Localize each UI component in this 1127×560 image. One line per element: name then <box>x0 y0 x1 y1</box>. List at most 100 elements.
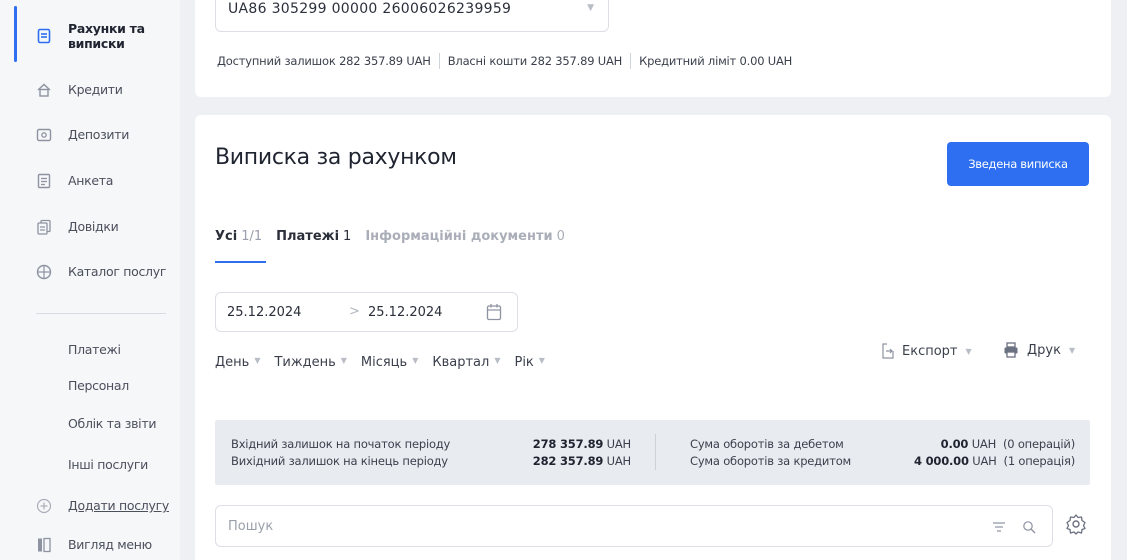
menu-view-toggle[interactable]: Вигляд меню <box>0 535 180 555</box>
sidebar-item-profile[interactable]: Анкета <box>0 171 180 191</box>
period-label: Квартал <box>432 355 490 370</box>
date-to[interactable]: 25.12.2024 <box>368 305 442 320</box>
caret-icon: ▼ <box>254 356 261 365</box>
caret-icon: ▼ <box>1068 345 1076 355</box>
available-currency: UAH <box>406 54 431 68</box>
chevron-down-icon: ▼ <box>587 3 594 13</box>
form-icon <box>36 173 52 189</box>
tab-payments[interactable]: Платежі 1 <box>276 229 351 244</box>
opening-amount: 278 357.89 <box>532 437 604 451</box>
credit-limit-value: 0.00 <box>739 54 765 68</box>
currency: UAH <box>971 437 997 451</box>
currency: UAH <box>606 437 632 451</box>
currency: UAH <box>972 454 997 468</box>
caret-icon: ▼ <box>538 356 545 365</box>
sidebar-sub-accounting[interactable]: Облік та звіти <box>68 416 156 431</box>
sidebar-item-deposits[interactable]: Депозити <box>0 125 180 145</box>
account-select[interactable]: UA86 305299 00000 26006026239959 ▼ <box>215 0 609 32</box>
tab-count: 1 <box>343 229 352 244</box>
document-icon <box>36 28 52 44</box>
opening-balance-value: 278 357.89 UAH <box>521 437 631 451</box>
available-value: 282 357.89 <box>339 54 403 68</box>
export-button[interactable]: Експорт ▼ <box>880 342 972 360</box>
add-service-label: Додати послугу <box>68 498 169 513</box>
tab-label: Платежі <box>276 229 340 244</box>
tab-all[interactable]: Усі 1/1 <box>215 229 262 244</box>
credit-turnover-label: Сума оборотів за кредитом <box>690 454 852 468</box>
period-month[interactable]: Місяць ▼ <box>361 355 418 370</box>
sidebar-sub-payments[interactable]: Платежі <box>68 342 121 357</box>
opening-balance-label: Вхідний залишок на початок періоду <box>231 437 451 451</box>
period-label: Тиждень <box>274 355 336 370</box>
period-week[interactable]: Тиждень ▼ <box>274 355 346 370</box>
filter-icon[interactable] <box>992 519 1006 533</box>
active-tab-indicator <box>215 261 266 263</box>
debit-turnover-label: Сума оборотів за дебетом <box>690 437 844 451</box>
currency: UAH <box>606 454 632 468</box>
sidebar-item-label: Кредити <box>68 82 123 97</box>
period-label: Місяць <box>360 355 408 370</box>
search-icon[interactable] <box>1022 519 1036 534</box>
menu-view-label: Вигляд меню <box>68 537 152 552</box>
settings-gear-icon[interactable] <box>1065 513 1087 535</box>
certificates-icon <box>36 219 52 235</box>
sidebar-item-credits[interactable]: Кредити <box>0 80 180 100</box>
available-label: Доступний залишок <box>217 54 336 68</box>
plus-circle-icon <box>36 498 52 514</box>
home-icon <box>36 82 52 98</box>
chevron-right-icon: > <box>349 304 360 319</box>
sidebar-sub-other[interactable]: Інші послуги <box>68 457 148 472</box>
tab-count: 1/1 <box>241 229 263 244</box>
period-label: День <box>215 355 250 370</box>
period-day[interactable]: День ▼ <box>215 355 260 370</box>
caret-icon: ▼ <box>494 356 501 365</box>
date-range-picker[interactable]: 25.12.2024 > 25.12.2024 <box>215 292 518 332</box>
summary-statement-button[interactable]: Зведена виписка <box>947 142 1089 186</box>
export-icon <box>880 342 896 360</box>
sidebar-item-catalog[interactable]: Каталог послуг <box>0 262 180 282</box>
own-funds-label: Власні кошти <box>447 54 527 68</box>
closing-amount: 282 357.89 <box>532 454 604 468</box>
menu-columns-icon <box>36 537 52 553</box>
print-label: Друк <box>1027 342 1061 358</box>
caret-icon: ▼ <box>965 346 972 356</box>
sidebar-divider <box>36 313 166 314</box>
credit-limit-currency: UAH <box>767 54 793 68</box>
credit-limit-label: Кредитний ліміт <box>639 54 737 68</box>
calendar-icon[interactable] <box>486 303 502 321</box>
statement-card: Виписка за рахунком Зведена виписка Усі 1… <box>195 115 1111 560</box>
tab-label: Інформаційні документи <box>365 229 553 244</box>
caret-icon: ▼ <box>340 356 347 365</box>
period-quarter[interactable]: Квартал ▼ <box>432 355 500 370</box>
print-button[interactable]: Друк ▼ <box>1003 342 1075 358</box>
sidebar-item-accounts[interactable]: Рахунки та виписки <box>0 20 180 52</box>
sidebar-sub-personnel[interactable]: Персонал <box>68 378 129 393</box>
period-year[interactable]: Рік ▼ <box>514 355 544 370</box>
closing-balance-value: 282 357.89 UAH <box>521 454 631 468</box>
period-label: Рік <box>514 355 534 370</box>
separator <box>630 53 632 69</box>
sidebar-item-label: Довідки <box>68 219 119 234</box>
closing-balance-label: Вихідний залишок на кінець періоду <box>231 454 448 468</box>
tab-info-documents[interactable]: Інформаційні документи 0 <box>365 229 565 244</box>
search-placeholder: Пошук <box>228 519 274 534</box>
own-funds-value: 282 357.89 <box>530 54 595 68</box>
date-from[interactable]: 25.12.2024 <box>227 305 301 320</box>
caret-icon: ▼ <box>412 356 419 365</box>
debit-turnover-value: 0.00 UAH (0 операцій) <box>875 437 1076 451</box>
summary-divider <box>655 434 656 470</box>
sidebar-item-label: Рахунки та виписки <box>68 21 145 51</box>
statement-summary: Вхідний залишок на початок періоду 278 3… <box>215 420 1090 485</box>
export-label: Експорт <box>902 343 958 359</box>
globe-icon <box>36 264 52 280</box>
separator <box>438 53 440 69</box>
statement-tabs: Усі 1/1 Платежі 1 Інформаційні документи 0 <box>215 229 565 244</box>
search-input[interactable]: Пошук <box>215 505 1053 547</box>
add-service-link[interactable]: Додати послугу <box>0 496 180 516</box>
sidebar-item-certificates[interactable]: Довідки <box>0 217 180 237</box>
sidebar-item-label: Депозити <box>68 127 130 142</box>
account-iban: UA86 305299 00000 26006026239959 <box>228 1 512 17</box>
debit-amount: 0.00 <box>940 437 969 451</box>
printer-icon <box>1003 342 1019 358</box>
credit-amount: 4 000.00 <box>914 454 969 468</box>
